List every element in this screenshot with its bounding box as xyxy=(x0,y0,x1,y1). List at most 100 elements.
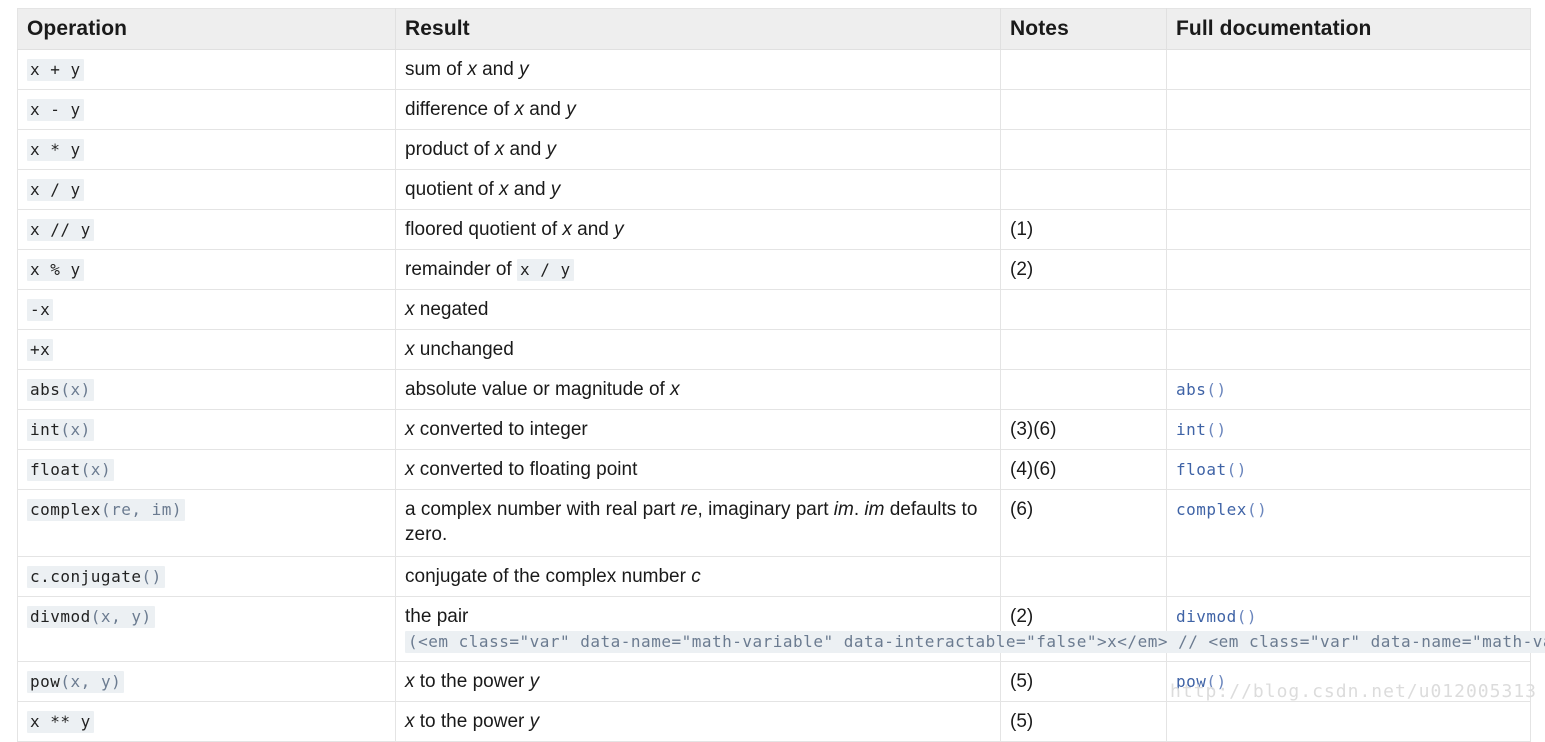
math-variable: y xyxy=(529,711,540,732)
cell-result: floored quotient of x and y xyxy=(395,209,1001,250)
math-variable: x xyxy=(499,179,509,200)
code-literal: +x xyxy=(27,339,54,361)
code-args: (<em class="var" data-name="math-variabl… xyxy=(408,632,1545,651)
cell-notes xyxy=(1000,169,1167,210)
cell-notes: (1) xyxy=(1000,209,1167,250)
cell-operation: x + y xyxy=(17,49,396,90)
code-args: () xyxy=(1226,460,1247,479)
math-variable: x xyxy=(405,339,415,360)
math-variable: x xyxy=(405,671,415,692)
cell-result: conjugate of the complex number c xyxy=(395,556,1001,597)
cell-documentation[interactable]: float() xyxy=(1166,449,1531,490)
cell-documentation[interactable]: int() xyxy=(1166,409,1531,450)
cell-documentation xyxy=(1166,89,1531,130)
math-variable: y xyxy=(566,99,576,120)
cell-result: x unchanged xyxy=(395,329,1001,370)
cell-result: x to the power y xyxy=(395,701,1001,742)
code-literal[interactable]: int() xyxy=(1176,420,1227,439)
table-row: int(x) x converted to integer (3)(6) int() xyxy=(17,409,1531,450)
table-row: abs(x) absolute value or magnitude of x ab… xyxy=(17,369,1531,410)
cell-notes: (2) xyxy=(1000,249,1167,290)
math-variable: im xyxy=(864,499,885,520)
table-row: x - y difference of x and y xyxy=(17,89,1531,130)
table-row: complex(re, im) a complex number with rea… xyxy=(17,489,1531,557)
code-literal[interactable]: float() xyxy=(1176,460,1247,479)
code-literal: (<em class="var" data-name="math-variabl… xyxy=(405,631,1545,653)
cell-documentation[interactable]: complex() xyxy=(1166,489,1531,557)
table-row: x ** y x to the power y (5) xyxy=(17,701,1531,742)
cell-documentation[interactable]: abs() xyxy=(1166,369,1531,410)
code-args: () xyxy=(1246,500,1268,519)
cell-result: absolute value or magnitude of x xyxy=(395,369,1001,410)
page-root: Operation Result Notes Full documentatio… xyxy=(0,0,1545,742)
code-literal: int(x) xyxy=(27,419,94,441)
code-args: () xyxy=(141,567,162,586)
math-variable: x xyxy=(670,379,680,400)
watermark: http://blog.csdn.net/u012005313 xyxy=(1170,681,1537,702)
code-literal: abs(x) xyxy=(27,379,94,401)
cell-documentation xyxy=(1166,169,1531,210)
cell-operation: x - y xyxy=(17,89,396,130)
cell-notes: (4)(6) xyxy=(1000,449,1167,490)
cell-result: remainder of x / y xyxy=(395,249,1001,290)
math-variable: x xyxy=(562,219,572,240)
cell-notes xyxy=(1000,556,1167,597)
code-literal: complex(re, im) xyxy=(27,499,185,521)
cell-notes: (5) xyxy=(1000,661,1167,702)
cell-result: product of x and y xyxy=(395,129,1001,170)
cell-operation: float(x) xyxy=(17,449,396,490)
math-variable: x xyxy=(405,299,415,320)
cell-operation: x ** y xyxy=(17,701,396,742)
code-literal[interactable]: abs() xyxy=(1176,380,1227,399)
numeric-operations-table: Operation Result Notes Full documentatio… xyxy=(17,8,1545,742)
code-literal: x + y xyxy=(27,59,84,81)
table-row: -x x negated xyxy=(17,289,1531,330)
cell-result: quotient of x and y xyxy=(395,169,1001,210)
column-header-result: Result xyxy=(395,8,1001,50)
code-literal: x ** y xyxy=(27,711,94,733)
table-header-row: Operation Result Notes Full documentatio… xyxy=(17,8,1531,50)
code-args: (x) xyxy=(60,420,91,439)
table-row: +x x unchanged xyxy=(17,329,1531,370)
math-variable: re xyxy=(680,499,698,520)
cell-operation: pow(x, y) xyxy=(17,661,396,702)
cell-result: difference of x and y xyxy=(395,89,1001,130)
code-args: () xyxy=(1206,420,1227,439)
math-variable: c xyxy=(691,566,701,587)
code-literal[interactable]: complex() xyxy=(1176,500,1267,519)
cell-documentation xyxy=(1166,289,1531,330)
math-variable: y xyxy=(614,219,624,240)
math-variable: x xyxy=(405,459,415,480)
math-variable: x xyxy=(514,99,525,120)
cell-documentation xyxy=(1166,209,1531,250)
code-literal[interactable]: divmod() xyxy=(1176,607,1257,626)
cell-operation: complex(re, im) xyxy=(17,489,396,557)
code-args: (x) xyxy=(60,380,91,399)
cell-documentation xyxy=(1166,701,1531,742)
code-args: (x, y) xyxy=(90,607,152,626)
code-literal: pow(x, y) xyxy=(27,671,125,693)
table-body: x + y sum of x and y x - y difference of x … xyxy=(17,49,1545,742)
table-header: Operation Result Notes Full documentatio… xyxy=(17,8,1531,50)
cell-documentation xyxy=(1166,49,1531,90)
cell-result: x converted to floating point xyxy=(395,449,1001,490)
code-literal: divmod(x, y) xyxy=(27,606,155,628)
table-row: x % y remainder of x / y (2) xyxy=(17,249,1531,290)
cell-notes xyxy=(1000,369,1167,410)
code-literal: x / y xyxy=(27,179,84,201)
math-variable: y xyxy=(550,179,561,200)
cell-result: x to the power y xyxy=(395,661,1001,702)
math-variable: y xyxy=(546,139,557,160)
cell-notes xyxy=(1000,129,1167,170)
math-variable: x xyxy=(467,59,477,80)
cell-operation: abs(x) xyxy=(17,369,396,410)
math-variable: x xyxy=(494,139,505,160)
math-variable: im xyxy=(833,499,854,520)
column-header-documentation: Full documentation xyxy=(1166,8,1531,50)
code-literal: x - y xyxy=(27,99,84,121)
table-row: c.conjugate() conjugate of the complex nu… xyxy=(17,556,1531,597)
cell-notes xyxy=(1000,329,1167,370)
code-literal: x // y xyxy=(27,219,94,241)
cell-operation: divmod(x, y) xyxy=(17,596,396,662)
cell-notes xyxy=(1000,289,1167,330)
